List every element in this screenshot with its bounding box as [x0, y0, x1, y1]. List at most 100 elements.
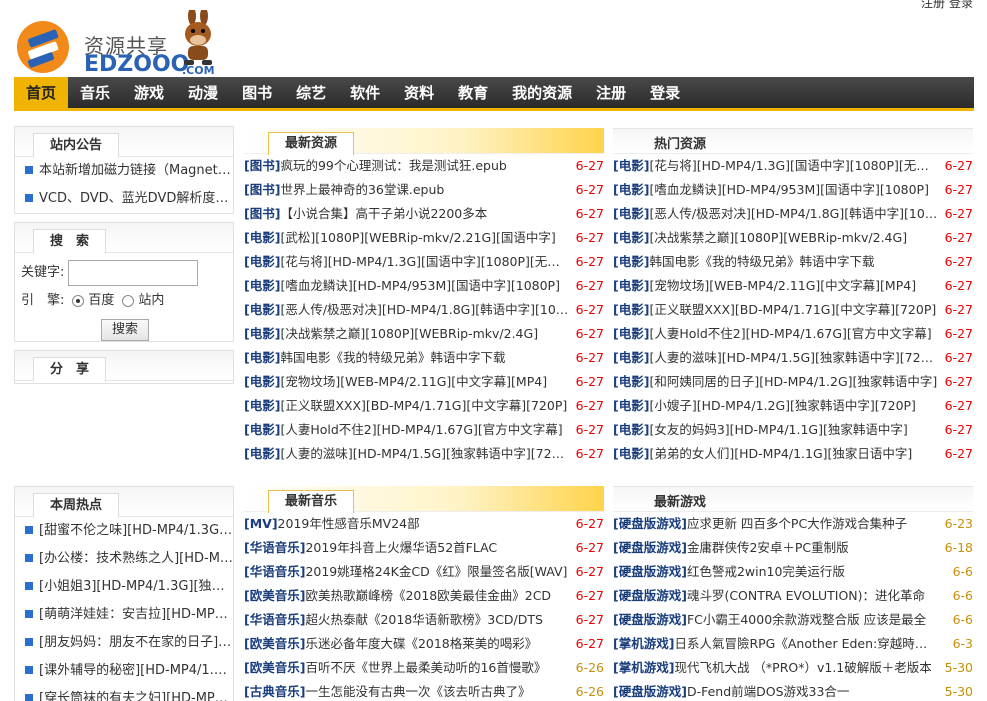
item-title[interactable]: 超火热泰献《2018华语新歌榜》3CD/DTS: [305, 608, 570, 632]
item-title[interactable]: 应求更新 四百多个PC大作游戏合集种子: [687, 512, 939, 536]
item-category[interactable]: [电影]: [613, 394, 649, 418]
item-category[interactable]: [电影]: [244, 226, 280, 250]
item-category[interactable]: [电影]: [613, 250, 649, 274]
item-title[interactable]: [决战紫禁之巅][1080P][WEBRip-mkv/2.4G]: [649, 226, 939, 250]
list-item[interactable]: [欧美音乐] 欧美热歌巅峰榜《2018欧美最佳金曲》2CD 6-27: [244, 584, 604, 608]
item-title[interactable]: [和阿姨同居的日子][HD-MP4/1.2G][独家韩语中字]: [649, 370, 939, 394]
item-title[interactable]: [花与将][HD-MP4/1.3G][国语中字][1080P][无水印]: [649, 154, 939, 178]
list-item[interactable]: [华语音乐] 2019姚瑾格24K金CD《红》限量签名版[WAV] 6-27: [244, 560, 604, 584]
list-item[interactable]: [电影] [花与将][HD-MP4/1.3G][国语中字][1080P][无水印]…: [613, 154, 973, 178]
item-title[interactable]: [人妻的滋味][HD-MP4/1.5G][独家韩语中字][720P]: [649, 346, 939, 370]
item-title[interactable]: 红色警戒2win10完美运行版: [687, 560, 939, 584]
item-category[interactable]: [图书]: [244, 202, 280, 226]
item-title[interactable]: [恶人传/极恶对决][HD-MP4/1.8G][韩语中字][1080P]: [649, 202, 939, 226]
item-category[interactable]: [古典音乐]: [244, 680, 305, 701]
item-category[interactable]: [电影]: [244, 322, 280, 346]
list-item[interactable]: [MV] 2019年性感音乐MV24部 6-27: [244, 512, 604, 536]
list-item[interactable]: [朋友妈妈：朋友不在家的日子][HD-MP4]: [15, 629, 233, 657]
item-category[interactable]: [欧美音乐]: [244, 584, 305, 608]
item-title[interactable]: [花与将][HD-MP4/1.3G][国语中字][1080P][无水印]: [280, 250, 570, 274]
item-category[interactable]: [华语音乐]: [244, 536, 305, 560]
item-title[interactable]: [正义联盟XXX][BD-MP4/1.71G][中文字幕][720P]: [649, 298, 939, 322]
item-title[interactable]: [嗜血龙鳞诀][HD-MP4/953M][国语中字][1080P]: [649, 178, 939, 202]
item-title[interactable]: 金庸群侠传2安卓＋PC重制版: [687, 536, 939, 560]
item-title[interactable]: 2019年抖音上火爆华语52首FLAC: [305, 536, 570, 560]
item-title[interactable]: [决战紫禁之巅][1080P][WEBRip-mkv/2.4G]: [280, 322, 570, 346]
list-item[interactable]: [电影] [宠物坟场][WEB-MP4/2.11G][中文字幕][MP4] 6-27: [244, 370, 604, 394]
item-title[interactable]: 一生怎能没有古典一次《该去听古典了》: [305, 680, 570, 701]
item-title[interactable]: [宠物坟场][WEB-MP4/2.11G][中文字幕][MP4]: [649, 274, 939, 298]
list-item[interactable]: [电影] [人妻Hold不住2][HD-MP4/1.67G][官方中文字幕] 6-2…: [244, 418, 604, 442]
item-title[interactable]: [武松][1080P][WEBRip-mkv/2.21G][国语中字]: [280, 226, 570, 250]
top-login-link[interactable]: 登录: [949, 0, 973, 10]
item-title[interactable]: [小嫂子][HD-MP4/1.2G][独家韩语中字][720P]: [649, 394, 939, 418]
item-category[interactable]: [电影]: [613, 298, 649, 322]
item-title[interactable]: [女友的妈妈3][HD-MP4/1.1G][独家韩语中字]: [649, 418, 939, 442]
item-title[interactable]: 日系人氣冒險RPG《Another Eden:穿越時空》: [674, 632, 939, 656]
item-category[interactable]: [硬盘版游戏]: [613, 536, 687, 560]
engine-site-radio[interactable]: [122, 295, 135, 307]
item-category[interactable]: [电影]: [613, 442, 649, 466]
nav-home[interactable]: 首页: [14, 77, 69, 108]
item-title[interactable]: 疯玩的99个心理测试：我是测试狂.epub: [280, 154, 570, 178]
list-item[interactable]: [华语音乐] 2019年抖音上火爆华语52首FLAC 6-27: [244, 536, 604, 560]
item-title[interactable]: 乐迷必备年度大碟《2018格莱美的喝彩》: [305, 632, 570, 656]
list-item[interactable]: [电影] [弟弟的女人们][HD-MP4/1.1G][独家日语中字] 6-27: [613, 442, 973, 466]
list-item[interactable]: VCD、DVD、蓝光DVD解析度区别: [15, 185, 233, 213]
item-category[interactable]: [电影]: [613, 418, 649, 442]
list-item[interactable]: [电影] [正义联盟XXX][BD-MP4/1.71G][中文字幕][720P] 6…: [244, 394, 604, 418]
list-item[interactable]: [图书] 疯玩的99个心理测试：我是测试狂.epub 6-27: [244, 154, 604, 178]
list-item[interactable]: [电影] [决战紫禁之巅][1080P][WEBRip-mkv/2.4G] 6-27: [244, 322, 604, 346]
list-item[interactable]: [电影] [人妻Hold不住2][HD-MP4/1.67G][官方中文字幕] 6-2…: [613, 322, 973, 346]
list-item[interactable]: [硬盘版游戏] D-Fend前端DOS游戏33合一 5-30: [613, 680, 973, 701]
nav-register[interactable]: 注册: [584, 77, 638, 108]
item-title[interactable]: [人妻的滋味][HD-MP4/1.5G][独家韩语中字][720P]: [280, 442, 570, 466]
list-item[interactable]: [华语音乐] 超火热泰献《2018华语新歌榜》3CD/DTS 6-27: [244, 608, 604, 632]
engine-baidu-radio[interactable]: [72, 295, 85, 307]
item-title[interactable]: [人妻Hold不住2][HD-MP4/1.67G][官方中文字幕]: [280, 418, 570, 442]
top-register-link[interactable]: 注册: [921, 0, 945, 10]
nav-books[interactable]: 图书: [230, 77, 284, 108]
item-category[interactable]: [图书]: [244, 178, 280, 202]
list-item[interactable]: [电影] 韩国电影《我的特级兄弟》韩语中字下载 6-27: [613, 250, 973, 274]
nav-variety[interactable]: 综艺: [284, 77, 338, 108]
item-category[interactable]: [电影]: [613, 178, 649, 202]
item-category[interactable]: [硬盘版游戏]: [613, 608, 687, 632]
list-item[interactable]: 本站新增加磁力链接（Magnet 链接）: [15, 157, 233, 185]
list-item[interactable]: [硬盘版游戏] 应求更新 四百多个PC大作游戏合集种子 6-23: [613, 512, 973, 536]
item-title[interactable]: FC小霸王4000余款游戏整合版 应该是最全: [687, 608, 939, 632]
list-item[interactable]: [电影] 韩国电影《我的特级兄弟》韩语中字下载 6-27: [244, 346, 604, 370]
item-category[interactable]: [欧美音乐]: [244, 632, 305, 656]
item-category[interactable]: [电影]: [244, 250, 280, 274]
nav-games[interactable]: 游戏: [122, 77, 176, 108]
item-category[interactable]: [硬盘版游戏]: [613, 512, 687, 536]
item-category[interactable]: [电影]: [613, 370, 649, 394]
nav-software[interactable]: 软件: [338, 77, 392, 108]
list-item[interactable]: [电影] [花与将][HD-MP4/1.3G][国语中字][1080P][无水印]…: [244, 250, 604, 274]
item-category[interactable]: [电影]: [613, 274, 649, 298]
item-title[interactable]: [嗜血龙鳞诀][HD-MP4/953M][国语中字][1080P]: [280, 274, 570, 298]
item-category[interactable]: [电影]: [613, 202, 649, 226]
item-category[interactable]: [电影]: [244, 346, 280, 370]
item-title[interactable]: 【小说合集】高干子弟小说2200多本: [280, 202, 570, 226]
nav-materials[interactable]: 资料: [392, 77, 446, 108]
item-title[interactable]: [恶人传/极恶对决][HD-MP4/1.8G][韩语中字][1080P]: [280, 298, 570, 322]
item-category[interactable]: [电影]: [244, 418, 280, 442]
item-category[interactable]: [MV]: [244, 512, 278, 536]
list-item[interactable]: [硬盘版游戏] 魂斗罗(CONTRA EVOLUTION)：进化革命 6-6: [613, 584, 973, 608]
list-item[interactable]: [掌机游戏] 日系人氣冒險RPG《Another Eden:穿越時空》 6-3: [613, 632, 973, 656]
nav-my-resources[interactable]: 我的资源: [500, 77, 584, 108]
item-category[interactable]: [电影]: [613, 226, 649, 250]
list-item[interactable]: [小姐姐3][HD-MP4/1.3G][独家韩语中字]: [15, 573, 233, 601]
list-item[interactable]: [甜蜜不伦之味][HD-MP4/1.3G][独家韩语中字]: [15, 517, 233, 545]
list-item[interactable]: [电影] [和阿姨同居的日子][HD-MP4/1.2G][独家韩语中字] 6-27: [613, 370, 973, 394]
item-title[interactable]: 百听不厌《世界上最柔美动听的16首慢歌》: [305, 656, 570, 680]
item-category[interactable]: [电影]: [244, 370, 280, 394]
list-item[interactable]: [硬盘版游戏] FC小霸王4000余款游戏整合版 应该是最全 6-6: [613, 608, 973, 632]
item-category[interactable]: [华语音乐]: [244, 608, 305, 632]
item-category[interactable]: [电影]: [613, 346, 649, 370]
item-category[interactable]: [硬盘版游戏]: [613, 680, 687, 701]
list-item[interactable]: [电影] [嗜血龙鳞诀][HD-MP4/953M][国语中字][1080P] 6-2…: [244, 274, 604, 298]
item-category[interactable]: [华语音乐]: [244, 560, 305, 584]
item-title[interactable]: 2019年性感音乐MV24部: [278, 512, 570, 536]
